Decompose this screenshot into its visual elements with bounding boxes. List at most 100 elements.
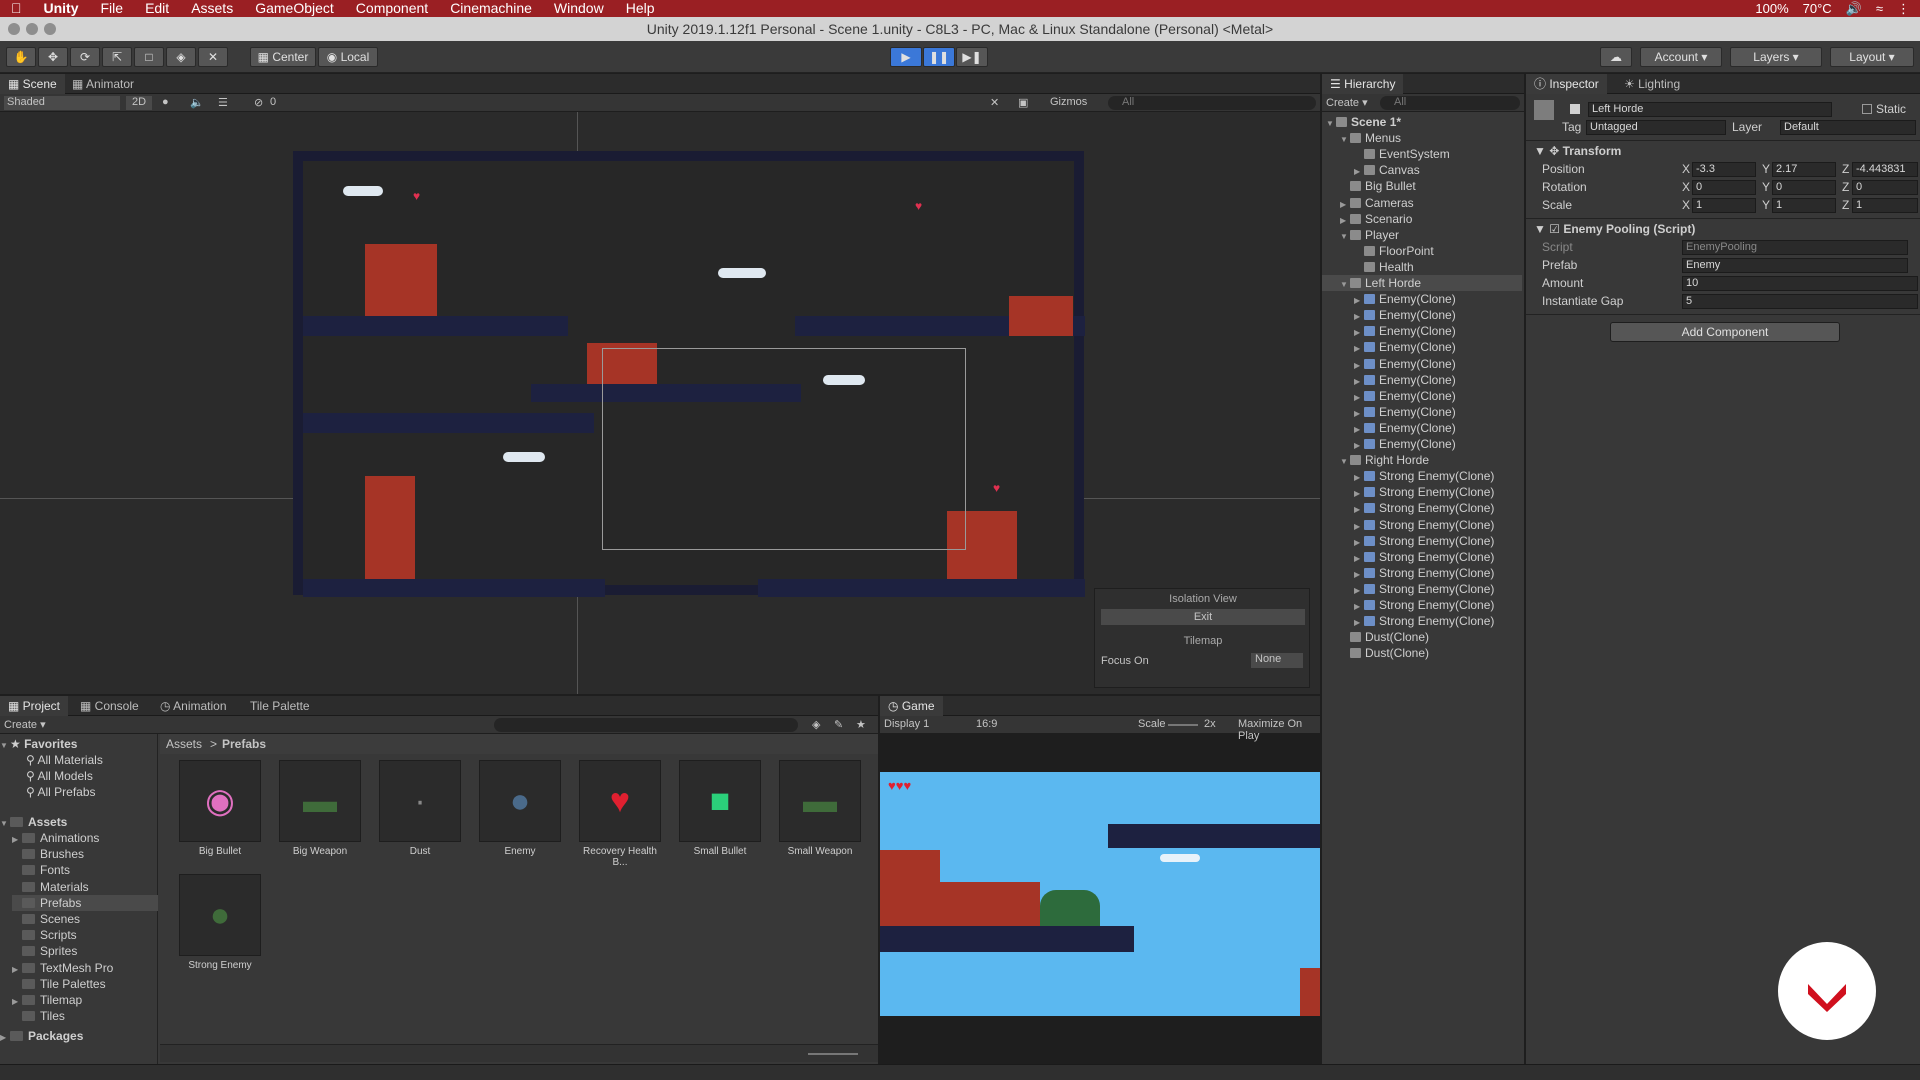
favorite-all-models[interactable]: ⚲ All Models (26, 768, 93, 784)
menu-window[interactable]: Window (543, 0, 615, 17)
temperature-status[interactable]: 70°C (1803, 0, 1832, 17)
breadcrumb-assets[interactable]: Assets (166, 737, 202, 751)
hierarchy-item[interactable]: ▶ Enemy(Clone) (1322, 404, 1456, 420)
hierarchy-item[interactable]: ▶ Strong Enemy(Clone) (1322, 517, 1494, 533)
scene-canvas[interactable]: ♥ ♥ ♥ Isolation View Exit Tilemap Focus … (0, 112, 1320, 694)
position-z-field[interactable]: -4.443831 (1852, 162, 1918, 177)
tab-scene[interactable]: ▦ Scene (0, 74, 65, 94)
hand-tool-icon[interactable]: ✋ (6, 47, 36, 67)
tab-inspector[interactable]: ⓘ Inspector (1526, 74, 1607, 94)
hierarchy-search-input[interactable]: All (1380, 96, 1520, 110)
tools-icon[interactable]: ✕ (990, 96, 999, 109)
hierarchy-item[interactable]: ▶ Strong Enemy(Clone) (1322, 484, 1494, 500)
hierarchy-item[interactable]: ▶ Enemy(Clone) (1322, 436, 1456, 452)
pause-button[interactable]: ❚❚ (923, 47, 955, 67)
aspect-dropdown[interactable]: 16:9 (976, 718, 1126, 730)
maximize-on-play-toggle[interactable]: Maximize On Play (1238, 718, 1320, 742)
asset-folder[interactable]: ▶ TextMesh Pro (12, 960, 113, 976)
hierarchy-item[interactable]: Health (1322, 259, 1414, 275)
rotation-x-field[interactable]: 0 (1692, 180, 1756, 195)
asset-folder[interactable]: ▶ Animations (12, 830, 99, 846)
asset-folder[interactable]: Tile Palettes (12, 976, 106, 992)
hierarchy-item[interactable]: EventSystem (1322, 146, 1450, 162)
prefab-asset[interactable]: ▬ Small Weapon (778, 760, 862, 857)
pivot-local-button[interactable]: ◉ Local (318, 47, 378, 67)
transform-tool-icon[interactable]: ◈ (166, 47, 196, 67)
hierarchy-item[interactable]: ▼ Right Horde (1322, 452, 1429, 468)
favorite-all-prefabs[interactable]: ⚲ All Prefabs (26, 784, 96, 800)
hidden-objects-icon[interactable]: ⊘ (254, 96, 263, 109)
menu-edit[interactable]: Edit (134, 0, 180, 17)
rotation-z-field[interactable]: 0 (1852, 180, 1918, 195)
step-button[interactable]: ▶❚ (956, 47, 988, 67)
hierarchy-item[interactable]: ▶ Strong Enemy(Clone) (1322, 565, 1494, 581)
prefab-asset[interactable]: ● Enemy (478, 760, 562, 857)
thumbnail-size-slider[interactable] (808, 1053, 858, 1055)
tab-animation[interactable]: ◷ Animation (152, 696, 235, 716)
layers-dropdown[interactable]: Layers ▾ (1730, 47, 1822, 67)
hierarchy-item[interactable]: ▼ Scene 1* (1322, 114, 1401, 130)
active-checkbox[interactable] (1570, 104, 1580, 114)
prefab-asset[interactable]: ▬ Big Weapon (278, 760, 362, 857)
hierarchy-item[interactable]: ▶ Strong Enemy(Clone) (1322, 613, 1494, 629)
shading-mode-dropdown[interactable]: Shaded (4, 96, 120, 110)
hierarchy-item[interactable]: Dust(Clone) (1322, 645, 1429, 661)
prefab-asset[interactable]: ■ Small Bullet (678, 760, 762, 857)
toggle-2d-button[interactable]: 2D (126, 96, 152, 110)
game-viewport[interactable]: ♥♥♥ (880, 772, 1320, 1016)
menu-app-unity[interactable]: Unity (33, 0, 90, 17)
hierarchy-item[interactable]: ▶ Strong Enemy(Clone) (1322, 468, 1494, 484)
menu-gameobject[interactable]: GameObject (244, 0, 345, 17)
scale-z-field[interactable]: 1 (1852, 198, 1918, 213)
tab-lighting[interactable]: ☀ Lighting (1616, 74, 1688, 94)
hierarchy-item[interactable]: ▶ Enemy(Clone) (1322, 339, 1456, 355)
play-button[interactable]: ▶ (890, 47, 922, 67)
apple-icon[interactable]:  (0, 0, 33, 17)
favorite-all-materials[interactable]: ⚲ All Materials (26, 752, 103, 768)
hierarchy-item[interactable]: ▶ Enemy(Clone) (1322, 420, 1456, 436)
minimize-window-icon[interactable] (26, 23, 38, 35)
menu-cinemachine[interactable]: Cinemachine (439, 0, 543, 17)
position-x-field[interactable]: -3.3 (1692, 162, 1756, 177)
filter-label-icon[interactable]: ✎ (834, 718, 843, 731)
asset-folder[interactable]: Scripts (12, 927, 77, 943)
hierarchy-item[interactable]: Dust(Clone) (1322, 629, 1429, 645)
hierarchy-item[interactable]: ▶ Cameras (1322, 195, 1414, 211)
static-checkbox[interactable] (1862, 104, 1872, 114)
menu-extras-icon[interactable]: ⋮ (1897, 0, 1910, 17)
object-name-field[interactable]: Left Horde (1588, 102, 1832, 117)
project-search-input[interactable] (494, 718, 798, 732)
hierarchy-item[interactable]: Big Bullet (1322, 178, 1416, 194)
hierarchy-item[interactable]: ▼ Left Horde (1322, 275, 1522, 291)
hierarchy-item[interactable]: FloorPoint (1322, 243, 1434, 259)
hierarchy-item[interactable]: ▶ Enemy(Clone) (1322, 323, 1456, 339)
account-dropdown[interactable]: Account ▾ (1640, 47, 1722, 67)
asset-folder[interactable]: Brushes (12, 846, 84, 862)
audio-toggle-icon[interactable]: 🔈 (190, 96, 204, 109)
breadcrumb-prefabs[interactable]: Prefabs (222, 737, 266, 751)
asset-folder[interactable]: Prefabs (12, 894, 158, 911)
favorites-header[interactable]: ▼ ★ Favorites (0, 736, 77, 752)
hierarchy-item[interactable]: ▶ Strong Enemy(Clone) (1322, 500, 1494, 516)
move-tool-icon[interactable]: ✥ (38, 47, 68, 67)
gizmos-dropdown[interactable]: Gizmos (1050, 96, 1087, 108)
prefab-field[interactable]: Enemy (1682, 258, 1908, 273)
prefab-asset[interactable]: · Dust (378, 760, 462, 857)
scale-slider[interactable] (1168, 724, 1198, 726)
hierarchy-item[interactable]: ▶ Scenario (1322, 211, 1412, 227)
position-y-field[interactable]: 2.17 (1772, 162, 1836, 177)
focus-on-dropdown[interactable]: None (1251, 653, 1303, 668)
lighting-toggle-icon[interactable]: ● (162, 96, 169, 108)
hierarchy-item[interactable]: ▶ Strong Enemy(Clone) (1322, 581, 1494, 597)
prefab-asset[interactable]: ● Strong Enemy (178, 874, 262, 971)
display-dropdown[interactable]: Display 1 (884, 718, 968, 730)
asset-folder[interactable]: Tiles (12, 1008, 65, 1024)
hierarchy-item[interactable]: ▼ Player (1322, 227, 1399, 243)
scale-tool-icon[interactable]: ⇱ (102, 47, 132, 67)
hierarchy-item[interactable]: ▶ Enemy(Clone) (1322, 307, 1456, 323)
hierarchy-item[interactable]: ▶ Strong Enemy(Clone) (1322, 597, 1494, 613)
asset-folder[interactable]: Sprites (12, 943, 77, 959)
layer-dropdown[interactable]: Default (1780, 120, 1916, 135)
tab-hierarchy[interactable]: ☰ Hierarchy (1322, 74, 1404, 94)
scale-y-field[interactable]: 1 (1772, 198, 1836, 213)
